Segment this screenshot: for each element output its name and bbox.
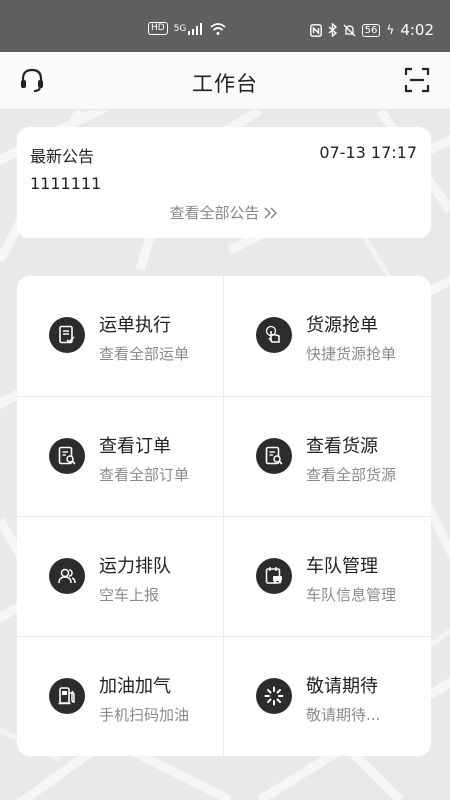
grid-item-subtitle: 手机扫码加油 xyxy=(99,706,190,724)
charging-icon: ϟ xyxy=(386,23,395,37)
cargo-search-icon xyxy=(256,438,292,474)
loading-spinner-icon xyxy=(256,678,292,714)
scan-icon[interactable] xyxy=(404,67,430,93)
notice-time: 07-13 17:17 xyxy=(319,143,417,162)
grid-item-coming-soon[interactable]: 敬请期待 敬请期待... xyxy=(224,637,430,756)
grid-item-title: 运力排队 xyxy=(99,556,171,577)
grid-item-subtitle: 查看全部订单 xyxy=(99,466,190,484)
app-header: 工作台 xyxy=(0,52,450,110)
people-queue-icon xyxy=(49,558,85,594)
grid-item-title: 货源抢单 xyxy=(306,315,378,336)
tap-hand-icon xyxy=(256,317,292,353)
grid-item-subtitle: 快捷货源抢单 xyxy=(306,345,397,363)
grid-item-title: 车队管理 xyxy=(306,556,378,577)
signal-icon xyxy=(188,22,203,35)
fleet-truck-icon xyxy=(256,558,292,594)
notice-card[interactable]: 最新公告 07-13 17:17 1111111 查看全部公告 xyxy=(17,127,431,238)
mute-bell-icon xyxy=(343,24,356,36)
waybill-icon xyxy=(49,317,85,353)
grid-item-title: 敬请期待 xyxy=(306,676,378,697)
battery-level: 56 xyxy=(361,23,381,37)
grid-item-subtitle: 查看全部运单 xyxy=(99,345,190,363)
view-all-notices-label: 查看全部公告 xyxy=(169,204,260,222)
status-bar: HD 5G 56 ϟ 4:02 xyxy=(0,0,450,52)
grid-item-subtitle: 敬请期待... xyxy=(306,706,381,724)
grid-item-view-cargo[interactable]: 查看货源 查看全部货源 xyxy=(224,397,430,517)
fuel-pump-icon xyxy=(49,678,85,714)
view-all-notices-link[interactable]: 查看全部公告 xyxy=(17,202,431,223)
grid-item-title: 查看订单 xyxy=(99,436,171,457)
grid-item-fleet-management[interactable]: 车队管理 车队信息管理 xyxy=(224,517,430,637)
nfc-icon xyxy=(309,23,322,37)
clock: 4:02 xyxy=(400,21,434,39)
grid-item-title: 查看货源 xyxy=(306,436,378,457)
page-title: 工作台 xyxy=(192,72,258,96)
grid-item-subtitle: 查看全部货源 xyxy=(306,466,397,484)
order-search-icon xyxy=(49,438,85,474)
grid-item-title: 运单执行 xyxy=(99,315,171,336)
grid-item-subtitle: 空车上报 xyxy=(99,586,160,604)
double-chevron-right-icon xyxy=(263,207,277,219)
hd-badge: HD xyxy=(148,22,168,35)
grid-item-capacity-queue[interactable]: 运力排队 空车上报 xyxy=(17,517,223,637)
grid-item-view-orders[interactable]: 查看订单 查看全部订单 xyxy=(17,397,223,517)
notice-content: 1111111 xyxy=(30,174,102,193)
network-label: 5G xyxy=(173,23,187,34)
function-grid: 运单执行 查看全部运单 货源抢单 快捷货源抢单 查看订单 查看全部订单 查看货源… xyxy=(17,276,431,756)
notice-label: 最新公告 xyxy=(30,147,95,166)
bluetooth-icon xyxy=(328,23,337,37)
grid-item-cargo-grab[interactable]: 货源抢单 快捷货源抢单 xyxy=(224,276,430,396)
grid-item-refuel[interactable]: 加油加气 手机扫码加油 xyxy=(17,637,223,756)
grid-item-waybill-execution[interactable]: 运单执行 查看全部运单 xyxy=(17,276,223,396)
grid-item-subtitle: 车队信息管理 xyxy=(306,586,397,604)
grid-item-title: 加油加气 xyxy=(99,676,171,697)
wifi-icon xyxy=(210,22,226,35)
